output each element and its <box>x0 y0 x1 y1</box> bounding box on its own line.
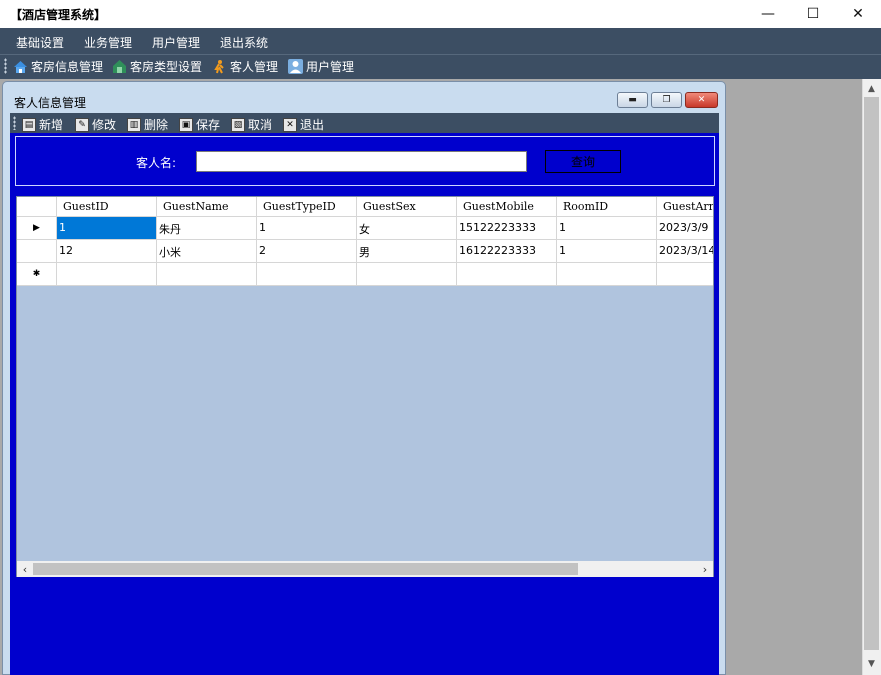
new-row-cell[interactable] <box>557 263 657 286</box>
tool-guest-management[interactable]: 客人管理 <box>212 58 278 75</box>
delete-button-label: 删除 <box>144 118 169 132</box>
save-button[interactable]: ▣ 保存 <box>179 116 220 133</box>
column-header-guestname[interactable]: GuestName <box>157 197 257 217</box>
new-document-icon: ▤ <box>22 117 36 132</box>
child-toolstrip-grip[interactable] <box>13 116 16 130</box>
column-header-guesttypeid[interactable]: GuestTypeID <box>257 197 357 217</box>
edit-button-label: 修改 <box>92 118 117 132</box>
menu-user-management[interactable]: 用户管理 <box>152 34 200 51</box>
child-window-title: 客人信息管理 <box>14 96 87 110</box>
vertical-scroll-thumb[interactable] <box>864 97 879 650</box>
edit-button[interactable]: ✎ 修改 <box>75 116 116 133</box>
room-type-icon <box>112 59 127 74</box>
house-icon <box>13 59 28 74</box>
tool-room-type-label: 客房类型设置 <box>130 60 203 74</box>
save-button-label: 保存 <box>196 118 221 132</box>
minimize-button[interactable]: — <box>745 0 791 28</box>
app-title: 【酒店管理系统】 <box>10 8 107 22</box>
toolstrip-grip[interactable] <box>4 58 7 74</box>
person-icon <box>212 59 227 74</box>
menu-basic-settings[interactable]: 基础设置 <box>16 34 64 51</box>
tool-room-info[interactable]: 客房信息管理 <box>13 58 103 75</box>
menu-bar <box>0 28 881 54</box>
exit-icon: ✕ <box>283 117 297 132</box>
tool-room-info-label: 客房信息管理 <box>31 60 104 74</box>
guest-name-input[interactable] <box>196 151 527 172</box>
column-header-roomid[interactable]: RoomID <box>557 197 657 217</box>
table-cell[interactable]: 1 <box>57 217 157 240</box>
close-button[interactable]: ✕ <box>835 0 881 28</box>
tool-guest-management-label: 客人管理 <box>230 60 279 74</box>
child-minimize-button[interactable]: ▬ <box>617 92 648 108</box>
table-cell[interactable]: 朱丹 <box>157 217 257 240</box>
maximize-button[interactable]: ☐ <box>790 0 836 28</box>
scroll-right-icon[interactable]: › <box>698 561 712 577</box>
search-button[interactable]: 查询 <box>545 150 621 173</box>
table-cell[interactable]: 2 <box>257 240 357 263</box>
column-header-guestmobile[interactable]: GuestMobile <box>457 197 557 217</box>
guest-name-label: 客人名: <box>136 156 177 170</box>
table-cell[interactable]: 1 <box>557 240 657 263</box>
exit-button-label: 退出 <box>300 118 325 132</box>
column-header-guestid[interactable]: GuestID <box>57 197 157 217</box>
table-cell[interactable]: 2023/3/14 <box>657 240 713 263</box>
column-header-guestarrive[interactable]: GuestArri <box>657 197 713 217</box>
table-cell[interactable]: 2023/3/9 <box>657 217 713 240</box>
scroll-up-icon[interactable]: ▲ <box>862 80 881 98</box>
child-restore-button[interactable]: ❐ <box>651 92 682 108</box>
table-cell[interactable]: 12 <box>57 240 157 263</box>
new-row-cell[interactable] <box>257 263 357 286</box>
scroll-down-icon[interactable]: ▼ <box>862 655 881 673</box>
child-close-button[interactable]: ✕ <box>685 92 718 108</box>
menu-exit-system[interactable]: 退出系统 <box>220 34 268 51</box>
table-cell[interactable]: 1 <box>257 217 357 240</box>
table-cell[interactable]: 1 <box>557 217 657 240</box>
tool-user-management-label: 用户管理 <box>306 60 355 74</box>
tool-user-management[interactable]: 用户管理 <box>288 58 354 75</box>
horizontal-scroll-thumb[interactable] <box>33 563 578 575</box>
table-cell[interactable]: 15122223333 <box>457 217 557 240</box>
scroll-left-icon[interactable]: ‹ <box>18 561 32 577</box>
user-icon <box>288 59 303 74</box>
edit-icon: ✎ <box>75 117 89 132</box>
row-header-current[interactable]: ▶ <box>17 217 57 240</box>
child-toolstrip <box>10 113 719 133</box>
menu-business[interactable]: 业务管理 <box>84 34 132 51</box>
table-cell[interactable]: 16122223333 <box>457 240 557 263</box>
cancel-button[interactable]: ▧ 取消 <box>231 116 272 133</box>
tool-room-type[interactable]: 客房类型设置 <box>112 58 202 75</box>
delete-button[interactable]: ▥ 删除 <box>127 116 168 133</box>
new-button-label: 新增 <box>39 118 64 132</box>
row-header-new[interactable]: ✱ <box>17 263 57 286</box>
exit-button[interactable]: ✕ 退出 <box>283 116 324 133</box>
row-header[interactable] <box>17 240 57 263</box>
table-cell[interactable]: 小米 <box>157 240 257 263</box>
cancel-button-label: 取消 <box>248 118 273 132</box>
new-row-cell[interactable] <box>157 263 257 286</box>
column-header-guestsex[interactable]: GuestSex <box>357 197 457 217</box>
new-button[interactable]: ▤ 新增 <box>22 116 63 133</box>
save-icon: ▣ <box>179 117 193 132</box>
new-row-cell[interactable] <box>657 263 713 286</box>
table-cell[interactable]: 女 <box>357 217 457 240</box>
new-row-cell[interactable] <box>357 263 457 286</box>
guest-data-grid[interactable]: GuestID GuestName GuestTypeID GuestSex G… <box>16 196 714 577</box>
delete-icon: ▥ <box>127 117 141 132</box>
cancel-icon: ▧ <box>231 117 245 132</box>
new-row-cell[interactable] <box>57 263 157 286</box>
table-cell[interactable]: 男 <box>357 240 457 263</box>
new-row-cell[interactable] <box>457 263 557 286</box>
grid-corner-header[interactable] <box>17 197 57 217</box>
